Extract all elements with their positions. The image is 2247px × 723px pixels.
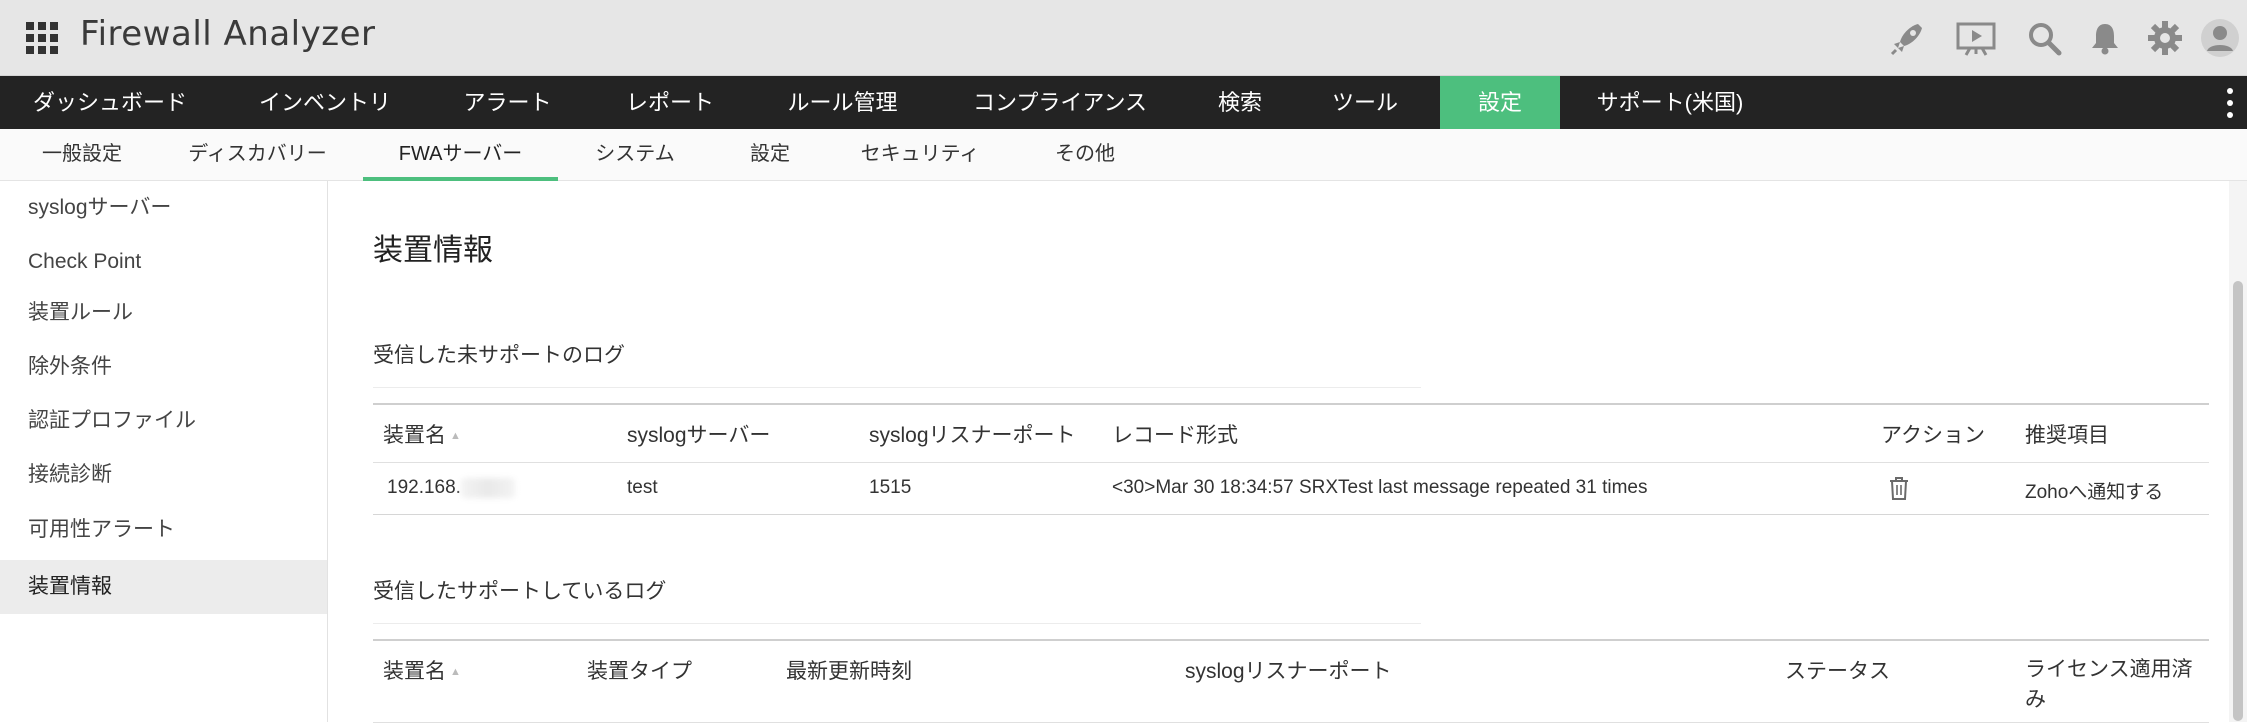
tab-discovery[interactable]: ディスカバリー bbox=[170, 129, 345, 181]
unsupported-logs-title: 受信した未サポートのログ bbox=[373, 344, 625, 367]
nav-reports[interactable]: レポート bbox=[585, 76, 755, 129]
supported-logs-title: 受信したサポートしているログ bbox=[373, 580, 667, 603]
notify-zoho-link[interactable]: Zohoへ通知する bbox=[2025, 477, 2163, 504]
page-scrollbar[interactable] bbox=[2229, 181, 2247, 722]
sub-nav: 一般設定 ディスカバリー FWAサーバー システム 設定 セキュリティ その他 bbox=[0, 129, 2247, 181]
column-header-status: ステータス bbox=[1785, 660, 1890, 683]
more-menu-icon[interactable] bbox=[2223, 86, 2237, 120]
nav-rule-management[interactable]: ルール管理 bbox=[755, 76, 930, 129]
search-icon[interactable] bbox=[2024, 18, 2064, 58]
sidebar-item-connection-diagnostics[interactable]: 接続診断 bbox=[0, 448, 327, 502]
presentation-icon[interactable] bbox=[1955, 18, 1997, 58]
sidebar-item-syslog-server[interactable]: syslogサーバー bbox=[0, 181, 327, 235]
sort-icon[interactable]: ▲ bbox=[450, 430, 461, 442]
nav-tools[interactable]: ツール bbox=[1290, 76, 1440, 129]
column-header-last-updated: 最新更新時刻 bbox=[786, 660, 912, 683]
unsupported-logs-table: 装置名 ▲ syslogサーバー syslogリスナーポート レコード形式 アクシ… bbox=[373, 403, 2209, 515]
sidebar-item-device-info[interactable]: 装置情報 bbox=[0, 560, 327, 614]
table-header: 装置名 ▲ 装置タイプ 最新更新時刻 syslogリスナーポート ステータス ライ… bbox=[373, 639, 2209, 723]
tab-general-settings[interactable]: 一般設定 bbox=[12, 129, 152, 181]
table-row: 192.168. test 1515 <30>Mar 30 18:34:57 S… bbox=[373, 463, 2209, 515]
sidebar-item-device-rules[interactable]: 装置ルール bbox=[0, 286, 327, 340]
sidebar-item-check-point[interactable]: Check Point bbox=[0, 235, 327, 289]
column-header-listener-port: syslogリスナーポート bbox=[869, 424, 1076, 447]
main-content: 装置情報 受信した未サポートのログ 装置名 ▲ syslogサーバー syslog… bbox=[329, 181, 2229, 723]
column-header-record-format: レコード形式 bbox=[1112, 424, 1238, 447]
top-bar: Firewall Analyzer bbox=[0, 0, 2247, 76]
user-avatar-icon[interactable] bbox=[2200, 18, 2240, 58]
nav-dashboard[interactable]: ダッシュボード bbox=[0, 76, 220, 129]
nav-compliance[interactable]: コンプライアンス bbox=[930, 76, 1190, 129]
column-header-syslog-server: syslogサーバー bbox=[627, 424, 771, 447]
tab-settings[interactable]: 設定 bbox=[720, 129, 820, 181]
column-header-license-applied: ライセンス適用済 み bbox=[2025, 655, 2209, 715]
cell-syslog-server: test bbox=[627, 477, 658, 498]
page-title: 装置情報 bbox=[373, 234, 493, 267]
nav-alerts[interactable]: アラート bbox=[430, 76, 585, 129]
column-header-device[interactable]: 装置名 ▲ bbox=[383, 419, 461, 449]
section-divider bbox=[373, 623, 1421, 624]
cell-device: 192.168. bbox=[387, 477, 515, 499]
column-label: 装置名 bbox=[383, 424, 446, 447]
column-header-device-type: 装置タイプ bbox=[587, 660, 692, 683]
scrollbar-thumb[interactable] bbox=[2233, 281, 2243, 721]
nav-search[interactable]: 検索 bbox=[1190, 76, 1290, 129]
column-header-listener-port: syslogリスナーポート bbox=[1185, 660, 1392, 683]
rocket-icon[interactable] bbox=[1888, 18, 1928, 58]
device-ip: 192.168. bbox=[387, 477, 461, 498]
app-grid-icon[interactable] bbox=[26, 22, 58, 54]
column-header-action: アクション bbox=[1881, 424, 1985, 447]
column-header-device[interactable]: 装置名 ▲ bbox=[383, 655, 461, 685]
sort-icon[interactable]: ▲ bbox=[450, 666, 461, 678]
bell-icon[interactable] bbox=[2085, 18, 2125, 58]
nav-support-us[interactable]: サポート(米国) bbox=[1560, 76, 1780, 129]
section-divider bbox=[373, 387, 1421, 388]
tab-fwa-server[interactable]: FWAサーバー bbox=[363, 129, 558, 181]
column-label: み bbox=[2025, 688, 2046, 711]
sidebar-item-exclusions[interactable]: 除外条件 bbox=[0, 340, 327, 394]
table-header: 装置名 ▲ syslogサーバー syslogリスナーポート レコード形式 アクシ… bbox=[373, 403, 2209, 463]
sidebar: syslogサーバー Check Point 装置ルール 除外条件 認証プロファ… bbox=[0, 181, 328, 722]
trash-icon[interactable] bbox=[1887, 475, 1911, 501]
tab-security[interactable]: セキュリティ bbox=[845, 129, 995, 181]
app-title: Firewall Analyzer bbox=[80, 14, 376, 54]
sidebar-item-availability-alerts[interactable]: 可用性アラート bbox=[0, 503, 327, 557]
column-header-recommendation: 推奨項目 bbox=[2025, 424, 2109, 447]
tab-system[interactable]: システム bbox=[575, 129, 695, 181]
sidebar-item-auth-profiles[interactable]: 認証プロファイル bbox=[0, 394, 327, 448]
nav-inventory[interactable]: インベントリ bbox=[220, 76, 430, 129]
column-label: ライセンス適用済 bbox=[2025, 658, 2193, 681]
nav-settings[interactable]: 設定 bbox=[1440, 76, 1560, 129]
gear-icon[interactable] bbox=[2145, 18, 2185, 58]
column-label: 装置名 bbox=[383, 660, 446, 683]
tab-other[interactable]: その他 bbox=[1020, 129, 1150, 181]
supported-logs-table: 装置名 ▲ 装置タイプ 最新更新時刻 syslogリスナーポート ステータス ライ… bbox=[373, 639, 2209, 723]
cell-record-format: <30>Mar 30 18:34:57 SRXTest last message… bbox=[1112, 477, 1648, 498]
main-nav: ダッシュボード インベントリ アラート レポート ルール管理 コンプライアンス … bbox=[0, 76, 2247, 129]
redacted-ip-suffix bbox=[460, 477, 515, 498]
cell-listener-port: 1515 bbox=[869, 477, 912, 498]
